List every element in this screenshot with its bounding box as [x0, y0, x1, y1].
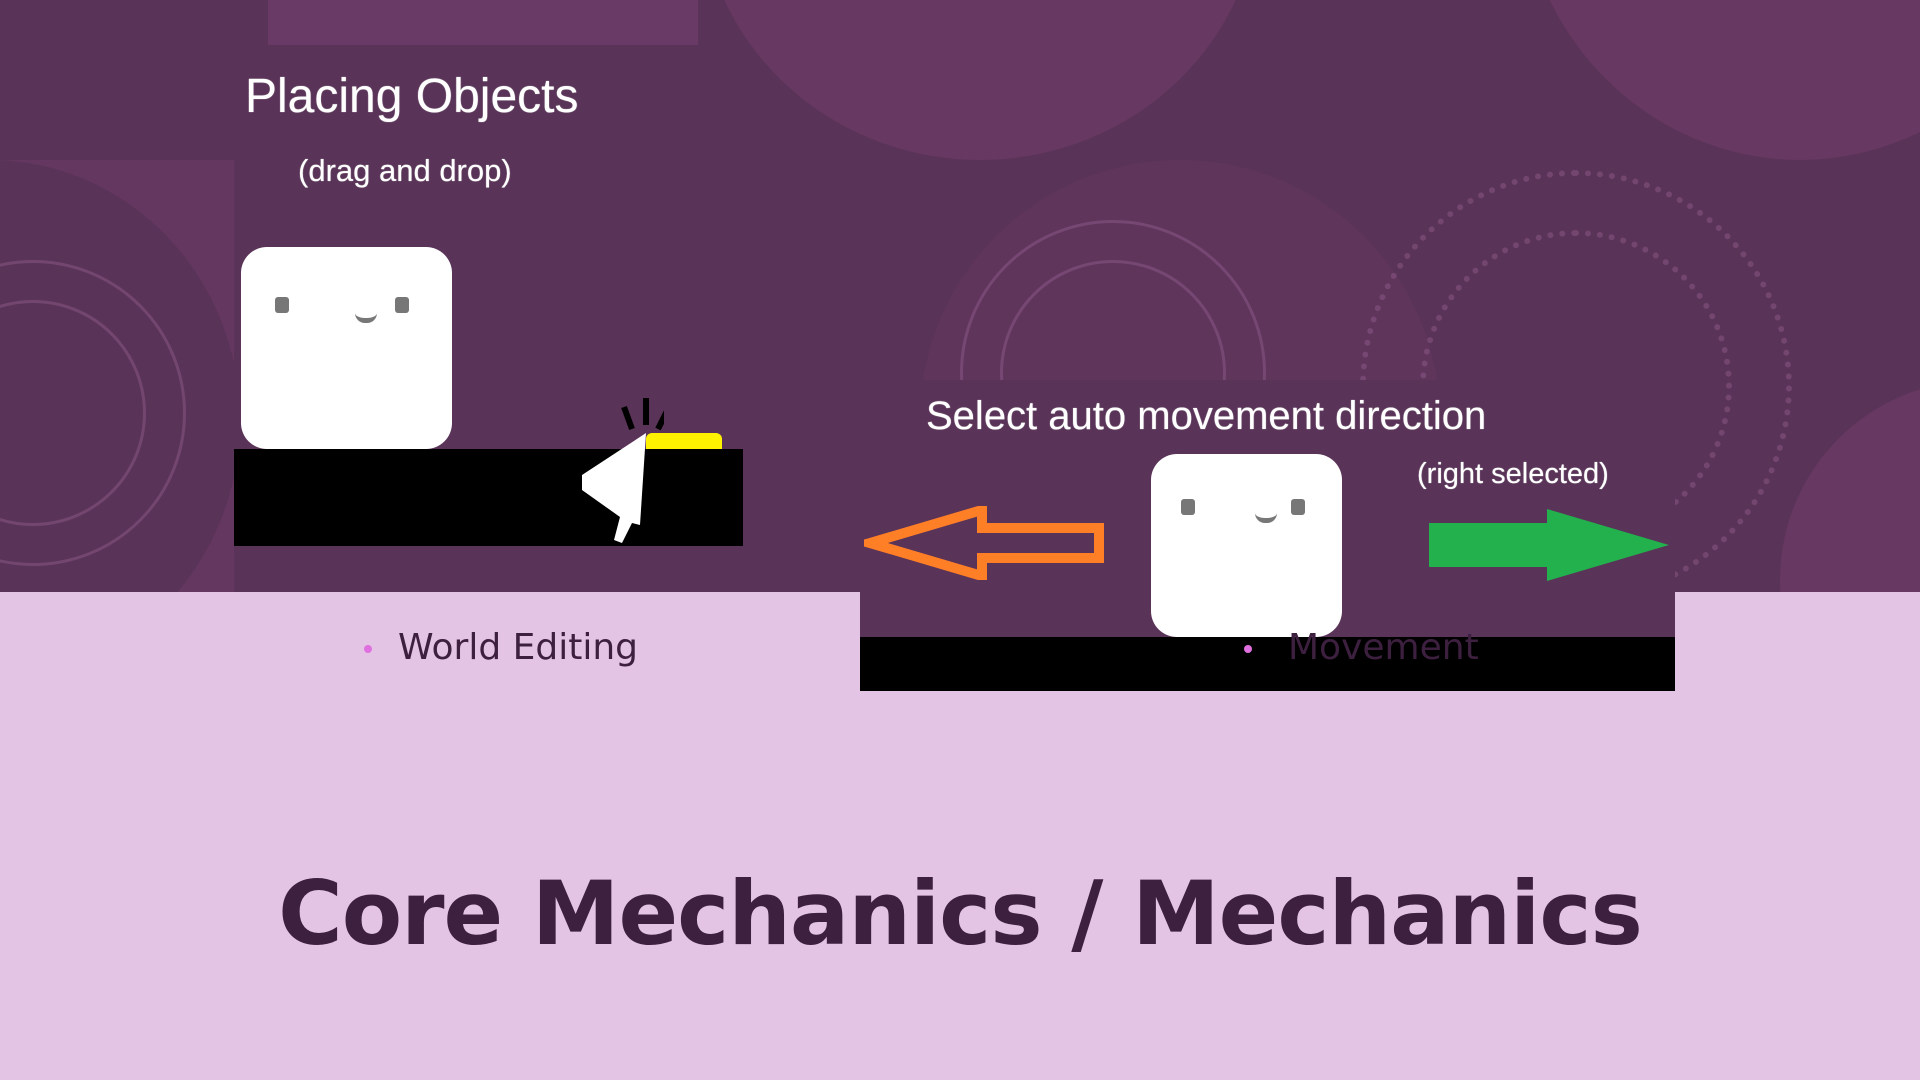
right-arrow-icon[interactable]: [1429, 509, 1671, 581]
placing-objects-subtitle: (drag and drop): [298, 153, 512, 188]
movement-panel-title: Select auto movement direction: [926, 394, 1487, 438]
ground-platform: [234, 449, 743, 546]
bullet-world-editing: World Editing: [398, 627, 638, 668]
bullet-dot: [364, 645, 372, 653]
left-arrow-icon[interactable]: [864, 506, 1104, 580]
ground-platform: [860, 637, 1675, 691]
hand-cursor-icon: [582, 398, 664, 543]
character-sprite: [241, 247, 452, 449]
placing-objects-title: Placing Objects: [245, 70, 579, 123]
bullet-dot: [1244, 645, 1252, 653]
movement-panel: Select auto movement direction (right se…: [860, 380, 1675, 691]
bullet-movement: Movement: [1288, 627, 1479, 668]
slide-title: Core Mechanics / Mechanics: [278, 862, 1643, 965]
movement-panel-note: (right selected): [1417, 458, 1609, 490]
character-sprite: [1151, 454, 1342, 637]
placing-objects-panel: Placing Objects (drag and drop): [234, 45, 744, 592]
